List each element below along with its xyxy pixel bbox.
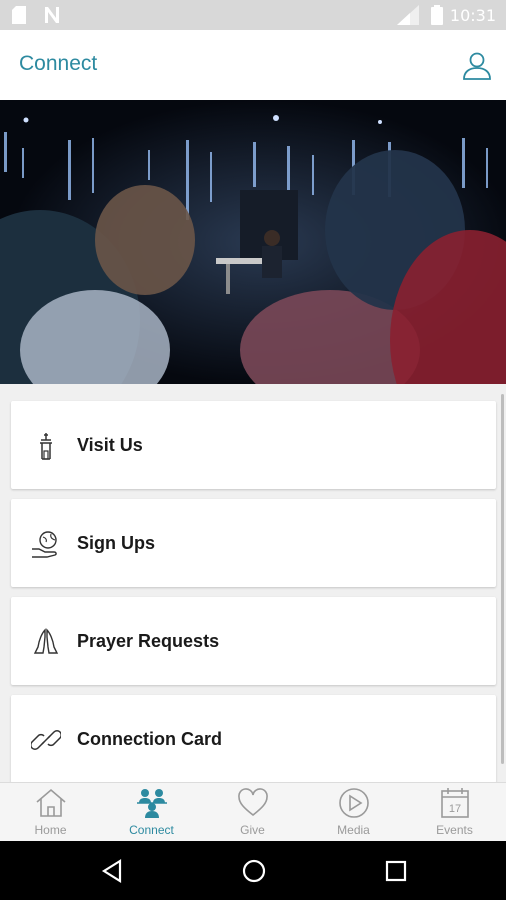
menu-item-sign-ups[interactable]: Sign Ups: [11, 499, 496, 587]
menu-item-label: Visit Us: [77, 435, 143, 455]
home-circle-icon[interactable]: [241, 858, 267, 884]
hand-globe-icon: [32, 531, 57, 558]
signal-icon: [397, 5, 419, 25]
hero-image: [0, 100, 506, 384]
bottom-tab-bar: Home Connect Give Media 17 Events: [0, 782, 506, 842]
calendar-icon: 17: [440, 788, 469, 818]
notification-n-icon: [45, 7, 59, 23]
app-header: Connect: [0, 30, 506, 101]
svg-text:17: 17: [448, 803, 460, 815]
tab-give[interactable]: Give: [202, 783, 303, 842]
menu-item-label: Sign Ups: [77, 533, 156, 553]
clock: 10:31: [449, 6, 496, 25]
tab-media[interactable]: Media: [303, 783, 404, 842]
system-nav-bar: [0, 841, 506, 900]
profile-icon[interactable]: [462, 50, 492, 80]
tab-home[interactable]: Home: [0, 783, 101, 842]
tab-label: Give: [240, 823, 265, 837]
home-icon: [35, 788, 66, 817]
link-icon: [31, 730, 61, 750]
menu-item-prayer-requests[interactable]: Prayer Requests: [11, 597, 496, 685]
menu-item-visit-us[interactable]: Visit Us: [11, 401, 496, 489]
tab-events[interactable]: 17 Events: [404, 783, 505, 842]
menu-item-label: Connection Card: [77, 729, 223, 749]
menu-item-connection-card[interactable]: Connection Card: [11, 695, 496, 782]
sd-card-icon: [12, 6, 26, 24]
scrollbar[interactable]: [501, 394, 504, 764]
play-icon: [338, 788, 369, 818]
page-title: Connect: [19, 52, 98, 75]
connect-menu-list[interactable]: Visit Us Sign Ups Prayer Requests Connec…: [0, 384, 506, 782]
status-bar: 10:31: [0, 0, 506, 30]
people-icon: [136, 789, 167, 818]
tab-label: Home: [34, 823, 67, 837]
back-icon[interactable]: [99, 858, 125, 884]
menu-item-label: Prayer Requests: [77, 631, 220, 651]
tab-label: Events: [436, 823, 473, 837]
battery-icon: [431, 5, 443, 25]
praying-hands-icon: [33, 628, 59, 654]
building-icon: [40, 433, 52, 460]
tab-label: Media: [337, 823, 370, 837]
tab-connect[interactable]: Connect: [101, 783, 202, 842]
heart-icon: [237, 788, 268, 817]
recents-icon[interactable]: [383, 858, 409, 884]
tab-label: Connect: [129, 823, 174, 837]
